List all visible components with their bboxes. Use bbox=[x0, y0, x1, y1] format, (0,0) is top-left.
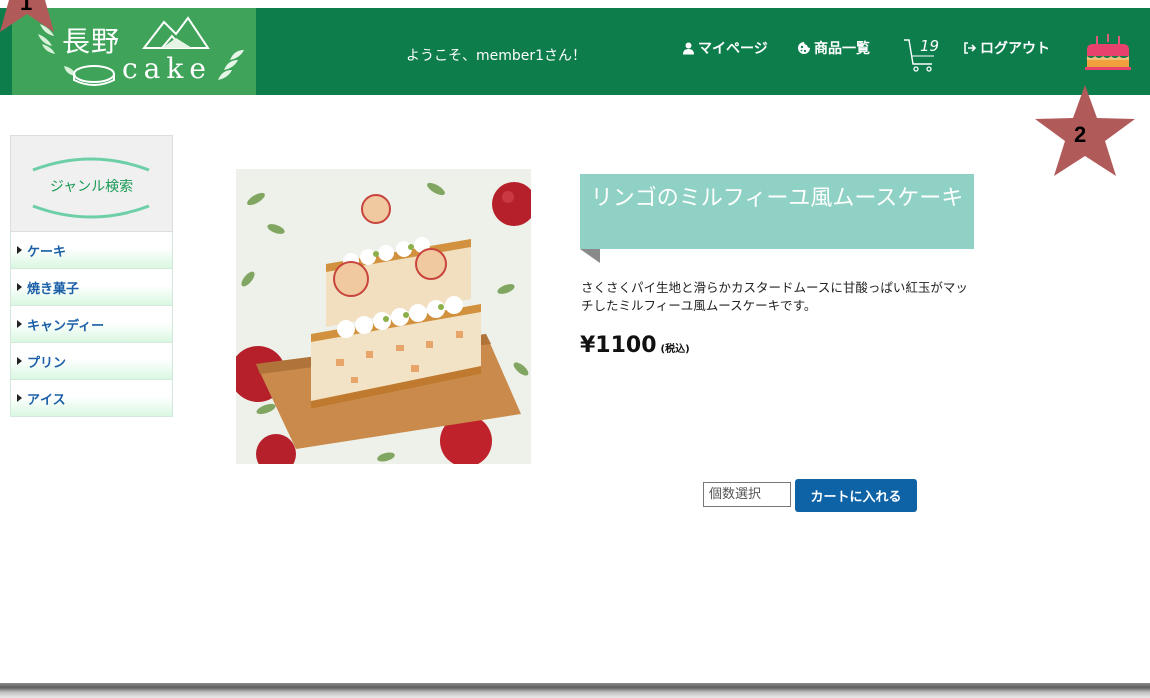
genre-item-cake[interactable]: ケーキ bbox=[10, 232, 173, 269]
user-icon bbox=[683, 42, 694, 54]
annotation-star-2-label: 2 bbox=[1074, 122, 1087, 147]
caret-right-icon bbox=[17, 394, 22, 402]
genre-search-title: ジャンル検索 bbox=[49, 179, 134, 195]
caret-right-icon bbox=[17, 320, 22, 328]
add-to-cart-button[interactable]: カートに入れる bbox=[795, 479, 917, 512]
cart-count-badge: 19 bbox=[920, 37, 940, 55]
cookie-icon bbox=[798, 42, 810, 54]
annotation-star-1-label: 1 bbox=[20, 0, 33, 15]
product-title: リンゴのミルフィーユ風ムースケーキ bbox=[580, 174, 974, 249]
nav-products-label: 商品一覧 bbox=[814, 41, 870, 57]
nav-products-link[interactable]: 商品一覧 bbox=[797, 38, 870, 58]
nav-mypage-link[interactable]: マイページ bbox=[682, 38, 768, 58]
product-price: ¥1100 (税込) bbox=[580, 333, 690, 358]
caret-right-icon bbox=[17, 246, 22, 254]
price-value: ¥1100 bbox=[580, 333, 657, 358]
genre-item-pudding[interactable]: プリン bbox=[10, 343, 173, 380]
product-image bbox=[236, 169, 531, 464]
genre-item-label: プリン bbox=[27, 355, 67, 371]
site-header: 長野 cake ようこそ、member1さん！ マイページ 商品一覧 19 ログ… bbox=[0, 8, 1150, 95]
genre-item-baked-goods[interactable]: 焼き菓子 bbox=[10, 269, 173, 306]
welcome-message: ようこそ、member1さん！ bbox=[406, 48, 587, 64]
cart-link[interactable]: 19 bbox=[902, 36, 940, 76]
genre-item-label: 焼き菓子 bbox=[27, 281, 80, 297]
page: 長野 cake ようこそ、member1さん！ マイページ 商品一覧 19 ログ… bbox=[0, 0, 1150, 685]
genre-item-label: ケーキ bbox=[27, 244, 67, 260]
annotation-star-1-icon bbox=[0, 0, 54, 32]
nav-logout-link[interactable]: ログアウト bbox=[963, 38, 1050, 58]
quantity-input[interactable] bbox=[703, 482, 791, 507]
nav-mypage-label: マイページ bbox=[698, 41, 768, 57]
caret-right-icon bbox=[17, 357, 22, 365]
cake-photo-icon bbox=[236, 169, 531, 464]
genre-search-header: ジャンル検索 bbox=[10, 135, 173, 232]
genre-item-label: アイス bbox=[27, 392, 66, 408]
window-bottom-shadow bbox=[0, 683, 1150, 698]
genre-search-sidebar: ジャンル検索 ケーキ 焼き菓子 キャンディー プリン アイス bbox=[10, 135, 173, 417]
logo-text-cake: cake bbox=[122, 52, 212, 85]
birthday-cake-icon[interactable] bbox=[1084, 34, 1132, 72]
nav-logout-label: ログアウト bbox=[980, 41, 1050, 57]
caret-right-icon bbox=[17, 283, 22, 291]
genre-item-candy[interactable]: キャンディー bbox=[10, 306, 173, 343]
ribbon-fold bbox=[580, 249, 600, 263]
product-description: さくさくパイ生地と滑らかカスタードムースに甘酸っぱい紅玉がマッチしたミルフィーユ… bbox=[581, 280, 968, 313]
genre-item-label: キャンディー bbox=[27, 318, 105, 334]
genre-item-ice[interactable]: アイス bbox=[10, 380, 173, 417]
tax-label: (税込) bbox=[660, 344, 690, 355]
sign-out-icon bbox=[964, 42, 977, 54]
